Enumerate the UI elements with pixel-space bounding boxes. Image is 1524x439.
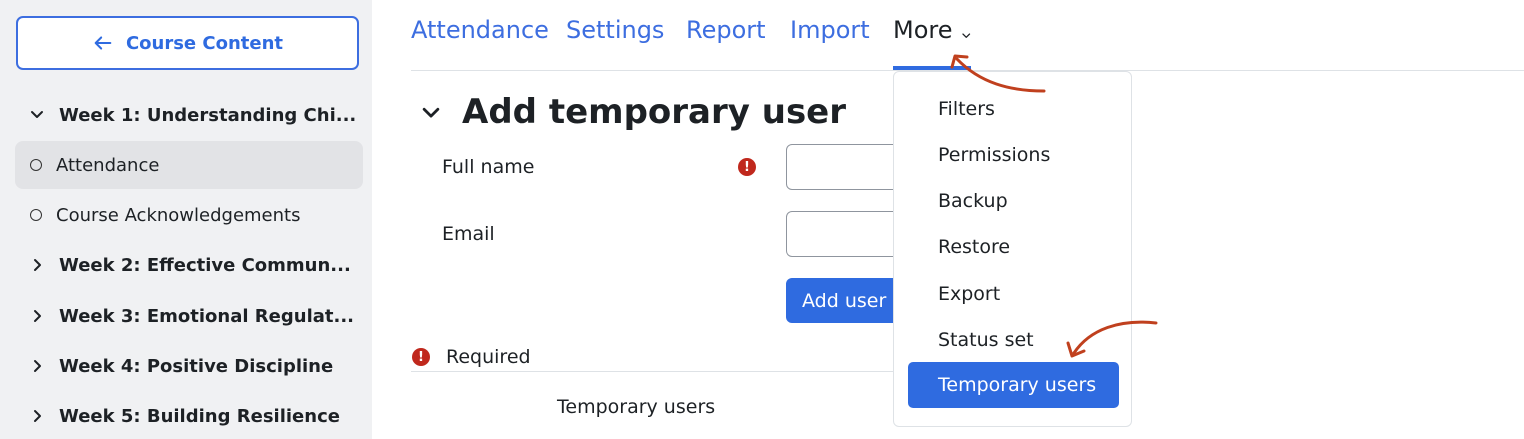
sidebar-item-attendance[interactable]: Attendance bbox=[15, 141, 363, 189]
more-dropdown-menu: Filters Permissions Backup Restore Expor… bbox=[893, 71, 1132, 427]
sidebar-item-label: Course Acknowledgements bbox=[56, 204, 301, 226]
arrow-left-icon bbox=[94, 36, 112, 50]
sidebar-item-course-acknowledgements[interactable]: Course Acknowledgements bbox=[15, 191, 363, 239]
course-content-label: Course Content bbox=[125, 32, 284, 54]
chevron-down-icon[interactable] bbox=[15, 107, 59, 123]
collapse-chevron-icon[interactable] bbox=[420, 101, 442, 123]
chevron-right-icon[interactable] bbox=[15, 308, 59, 324]
sidebar-item-label: Week 1: Understanding Chi... bbox=[59, 104, 357, 126]
sidebar-section-week-4[interactable]: Week 4: Positive Discipline bbox=[15, 342, 363, 390]
activity-circle-icon bbox=[30, 159, 42, 171]
sidebar-section-week-2[interactable]: Week 2: Effective Commun... bbox=[15, 241, 363, 289]
tab-report[interactable]: Report bbox=[686, 16, 766, 44]
sidebar-item-label: Week 2: Effective Commun... bbox=[59, 254, 351, 276]
required-note: Required bbox=[446, 346, 531, 368]
tab-attendance[interactable]: Attendance bbox=[411, 16, 549, 44]
chevron-right-icon[interactable] bbox=[15, 358, 59, 374]
sidebar-section-week-5[interactable]: Week 5: Building Resilience bbox=[15, 392, 363, 439]
tab-import[interactable]: Import bbox=[790, 16, 870, 44]
sidebar-item-label: Week 4: Positive Discipline bbox=[59, 355, 334, 377]
menu-item-export[interactable]: Export bbox=[938, 283, 1000, 305]
page-title: Add temporary user bbox=[462, 92, 847, 132]
menu-item-filters[interactable]: Filters bbox=[938, 98, 995, 120]
course-content-button[interactable]: Course Content bbox=[16, 16, 359, 70]
table-header: Temporary users bbox=[557, 396, 716, 418]
course-index-sidebar: Course Content Week 1: Understanding Chi… bbox=[0, 0, 372, 439]
sidebar-item-label: Week 5: Building Resilience bbox=[59, 405, 340, 427]
tab-more-label: More bbox=[893, 16, 953, 44]
chevron-down-icon bbox=[961, 33, 970, 38]
full-name-label: Full name bbox=[442, 156, 535, 178]
menu-item-restore[interactable]: Restore bbox=[938, 236, 1010, 258]
section-header: Add temporary user bbox=[420, 92, 846, 132]
page: Course Content Week 1: Understanding Chi… bbox=[0, 0, 1524, 439]
menu-item-backup[interactable]: Backup bbox=[938, 190, 1008, 212]
sidebar-section-week-1[interactable]: Week 1: Understanding Chi... bbox=[15, 91, 363, 139]
sidebar-section-week-3[interactable]: Week 3: Emotional Regulat... bbox=[15, 292, 363, 340]
required-icon: ! bbox=[738, 158, 756, 176]
chevron-right-icon[interactable] bbox=[15, 257, 59, 273]
chevron-right-icon[interactable] bbox=[15, 408, 59, 424]
email-label: Email bbox=[442, 223, 495, 245]
required-icon: ! bbox=[412, 348, 430, 366]
menu-item-status-set[interactable]: Status set bbox=[938, 329, 1034, 351]
divider bbox=[411, 371, 911, 372]
sidebar-item-label: Week 3: Emotional Regulat... bbox=[59, 305, 355, 327]
sidebar-item-label: Attendance bbox=[56, 154, 160, 176]
secondary-navigation: Attendance Settings Report Import More bbox=[411, 0, 1524, 71]
activity-circle-icon bbox=[30, 209, 42, 221]
menu-item-permissions[interactable]: Permissions bbox=[938, 144, 1050, 166]
tab-settings[interactable]: Settings bbox=[566, 16, 664, 44]
tab-more[interactable]: More bbox=[893, 0, 971, 70]
menu-item-temporary-users[interactable]: Temporary users bbox=[908, 362, 1119, 408]
